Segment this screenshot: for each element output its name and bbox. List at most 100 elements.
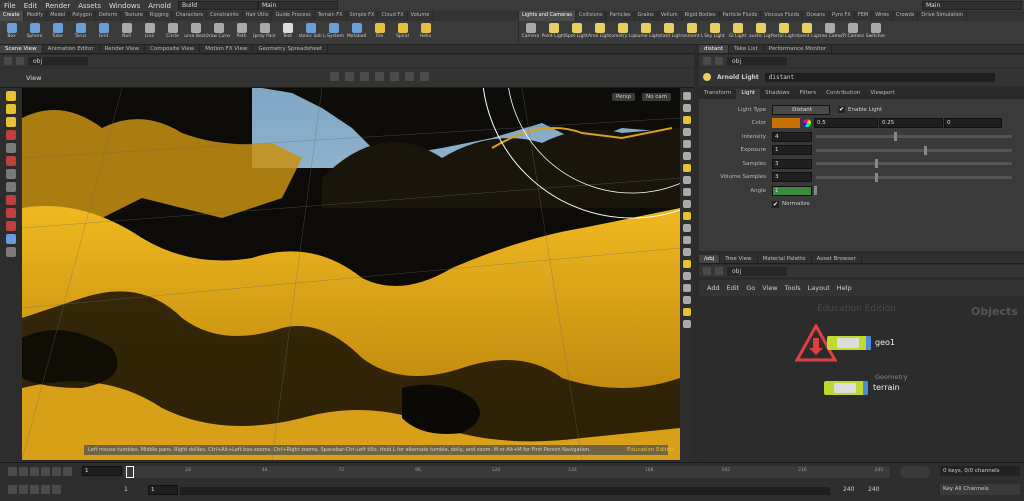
toolbox-icon[interactable] [6,143,16,153]
param-tab-light[interactable]: Light [736,89,761,99]
toolbox-icon[interactable] [6,208,16,218]
persp-menu[interactable]: Persp [612,93,636,101]
angle-slider[interactable] [814,186,817,196]
display-option-icon[interactable] [683,104,691,112]
key-all-channels-button[interactable]: Key All Channels [940,484,1020,495]
range-icon[interactable] [41,485,50,494]
current-frame-field[interactable]: 1 [82,466,122,476]
shelf-tab-5[interactable]: Rigid Bodies [682,11,720,21]
pane-tab-2[interactable]: Render View [100,45,146,53]
shelf-tab-2[interactable]: Particles [606,11,635,21]
param-value-field[interactable]: 1 [772,145,812,156]
network-tab-0[interactable]: /obj [699,255,721,263]
back-icon[interactable] [703,57,711,65]
color-b-field[interactable]: 0 [944,118,1002,129]
tool-3[interactable]: Area Light [588,21,611,44]
menu-assets[interactable]: Assets [74,2,105,10]
tool-14[interactable]: VR Camera [841,21,864,44]
tool-15[interactable]: Switcher [864,21,887,44]
display-option-icon[interactable] [683,260,691,268]
audio-icon[interactable] [900,466,930,478]
path-field[interactable]: obj [28,56,88,66]
pane-tab-1[interactable]: Animation Editor [43,45,100,53]
shelf-tab-4[interactable]: Vellum [658,11,682,21]
display-option-icon[interactable] [683,320,691,328]
playback-end-field[interactable]: 240 [843,486,854,493]
tool-16[interactable]: File [368,21,391,44]
realtime-icon[interactable] [8,485,17,494]
display-option-icon[interactable] [683,212,691,220]
shelf-tab-5[interactable]: Texture [121,11,147,21]
param-slider[interactable] [816,159,1012,169]
forward-icon[interactable] [715,267,723,275]
param-tab-shadows[interactable]: Shadows [760,89,795,99]
slider-knob[interactable] [874,159,878,169]
toolbox-icon[interactable] [6,169,16,179]
pane-tab-0[interactable]: Scene View [0,45,43,53]
tool-6[interactable]: Distant Light [657,21,680,44]
tool-15[interactable]: Metaball [345,21,368,44]
tool-12[interactable]: Ambient Light [795,21,818,44]
menu-windows[interactable]: Windows [105,2,144,10]
network-path-field[interactable]: obj [727,266,787,276]
shelf-tab-1[interactable]: Modify [24,11,48,21]
menu-file[interactable]: File [0,2,20,10]
tool-17[interactable]: Spiral [391,21,414,44]
tool-12[interactable]: Text [276,21,299,44]
param-slider[interactable] [816,132,1012,142]
time-slider[interactable]: 24 48 72 96 120 144 168 192 216 240 [124,466,890,478]
tool-9[interactable]: GI Light [726,21,749,44]
network-tab-2[interactable]: Material Palette [758,255,812,263]
pane-tab-2[interactable]: Performance Monitor [764,45,833,53]
display-option-icon[interactable] [683,224,691,232]
tool-7[interactable]: Circle [161,21,184,44]
back-icon[interactable] [4,57,12,65]
shelf-tab-3[interactable]: Grains [635,11,658,21]
shelf-tab-13[interactable]: Cloud FX [378,11,408,21]
desktop-selector-main[interactable]: Main [258,1,338,10]
shelf-tab-10[interactable]: Guide Process [272,11,315,21]
tool-18[interactable]: Helix [414,21,437,44]
color-swatch[interactable] [772,118,800,129]
tool-9[interactable]: Draw Curve [207,21,230,44]
shelf-tab-14[interactable]: Volume [408,11,434,21]
shelf-tab-1[interactable]: Collisions [576,11,607,21]
forward-icon[interactable] [16,57,24,65]
toolbox-icon[interactable] [6,130,16,140]
toolbox-icon[interactable] [6,182,16,192]
desktop-selector-right[interactable]: Main [922,1,1022,10]
node-geo1[interactable] [827,336,871,350]
param-tab-transform[interactable]: Transform [699,89,736,99]
shelf-tab-7[interactable]: Viscous Fluids [761,11,804,21]
shelf-tab-0[interactable]: Lights and Cameras [519,11,576,21]
shelf-tab-8[interactable]: Constraints [207,11,243,21]
range-bar[interactable] [180,487,830,495]
pane-tab-4[interactable]: Motion FX View [200,45,254,53]
shelf-tab-0[interactable]: Create [0,11,24,21]
param-slider[interactable] [816,172,1012,182]
camera-icon[interactable] [375,72,384,81]
shelf-tab-6[interactable]: Particle Fluids [720,11,762,21]
range-start-field[interactable]: 1 [124,486,128,493]
node-name-field[interactable]: distant [764,72,995,82]
shelf-tab-9[interactable]: Pyro FX [829,11,855,21]
tool-13[interactable]: Platonic Solids [299,21,322,44]
display-option-icon[interactable] [683,116,691,124]
shelf-tab-11[interactable]: Terrain FX [315,11,347,21]
network-menu-tools[interactable]: Tools [785,284,801,292]
render-icon[interactable] [390,72,399,81]
tool-7[interactable]: Environment Light [680,21,703,44]
display-option-icon[interactable] [683,296,691,304]
snapshot-icon[interactable] [405,72,414,81]
tool-4[interactable]: Grid [92,21,115,44]
loop-icon[interactable] [19,485,28,494]
stop-icon[interactable] [30,467,39,476]
tool-13[interactable]: Stereo Camera [818,21,841,44]
tool-5[interactable]: Volume Light [634,21,657,44]
tool-1[interactable]: Point Light [542,21,565,44]
display-option-icon[interactable] [683,308,691,316]
pane-tab-3[interactable]: Composite View [145,45,201,53]
shelf-tab-7[interactable]: Characters [173,11,208,21]
tool-1[interactable]: Sphere [23,21,46,44]
light-type-select[interactable]: Distant [772,104,830,115]
